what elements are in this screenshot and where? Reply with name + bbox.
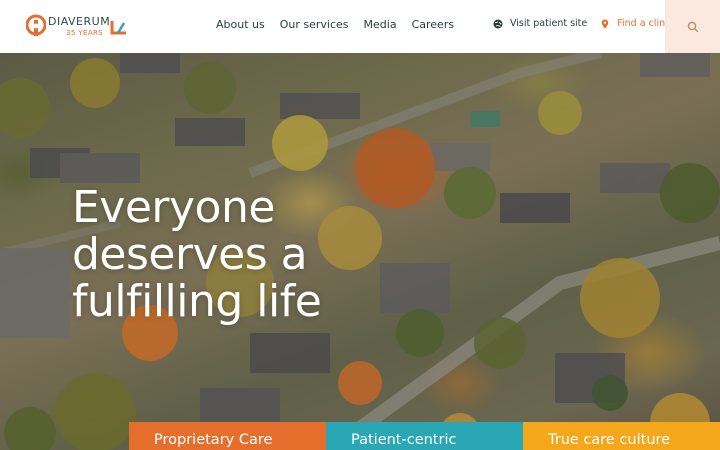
site-header: DIAVERUM 35 YEARS About us Our services … xyxy=(0,0,720,53)
map-pin-icon xyxy=(602,19,609,28)
tab-patient-centric[interactable]: Patient-centric xyxy=(326,422,523,450)
tab-proprietary-care[interactable]: Proprietary Care xyxy=(129,422,326,450)
visit-patient-site-link[interactable]: Visit patient site xyxy=(493,18,587,29)
search-icon xyxy=(687,21,698,32)
diaverum-logo[interactable]: DIAVERUM 35 YEARS xyxy=(26,13,126,41)
tab-true-care-culture[interactable]: True care culture xyxy=(523,422,720,450)
logo-mark-icon xyxy=(26,14,46,36)
hero-headline-line-3: fulfilling life xyxy=(72,276,322,327)
hero-headline: Everyone deserves a fulfilling life xyxy=(72,184,402,325)
logo-brand-text: DIAVERUM xyxy=(48,15,111,28)
logo-sub-text: 35 YEARS xyxy=(66,29,104,37)
hero-section: Everyone deserves a fulfilling life xyxy=(0,53,720,450)
hero-headline-line-2: deserves a xyxy=(72,229,308,280)
nav-item-our-services[interactable]: Our services xyxy=(280,18,349,31)
logo-accent-icon xyxy=(110,21,126,35)
nav-item-careers[interactable]: Careers xyxy=(412,18,455,31)
utility-links: Visit patient site Find a clinic xyxy=(493,18,673,29)
feature-tabs: Proprietary Care Patient-centric True ca… xyxy=(129,422,720,450)
hero-headline-line-1: Everyone xyxy=(72,182,275,233)
visit-patient-site-label: Visit patient site xyxy=(510,18,588,29)
main-nav: About us Our services Media Careers xyxy=(216,18,469,31)
nav-item-media[interactable]: Media xyxy=(364,18,397,31)
nav-item-about-us[interactable]: About us xyxy=(216,18,265,31)
find-clinic-link[interactable]: Find a clinic xyxy=(600,18,673,29)
search-button[interactable] xyxy=(665,0,720,53)
globe-icon xyxy=(493,19,503,28)
